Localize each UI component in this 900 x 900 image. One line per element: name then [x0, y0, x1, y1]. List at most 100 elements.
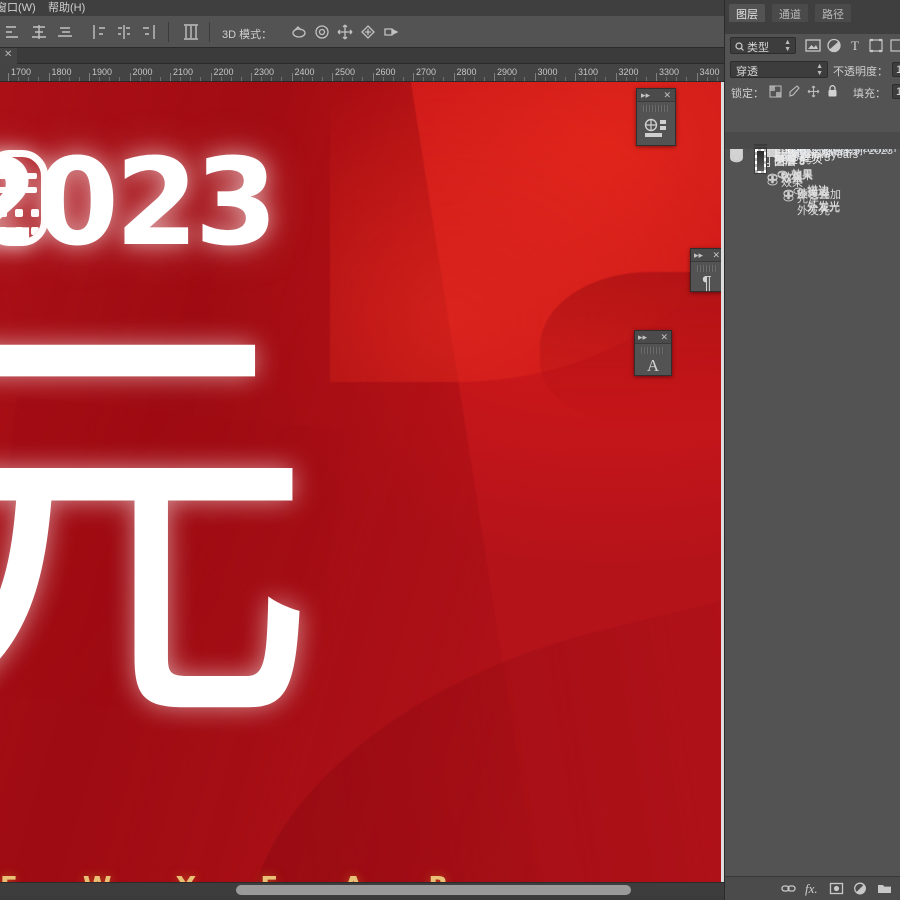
ruler-label: 3300: [659, 67, 680, 77]
layer-effect-row[interactable]: 光泽: [749, 190, 900, 206]
align-center-icon[interactable]: [30, 23, 48, 41]
ruler-minor-tick: [443, 77, 445, 81]
canvas-horizontal-scrollbar[interactable]: [0, 882, 724, 896]
ruler-minor-tick: [463, 77, 465, 81]
ruler-minor-tick: [585, 77, 587, 81]
lock-position-icon[interactable]: [807, 85, 820, 98]
lock-all-icon[interactable]: [826, 84, 839, 98]
close-icon[interactable]: ✕: [712, 249, 720, 262]
menu-help[interactable]: 帮助(H): [48, 1, 85, 15]
ruler-minor-tick: [119, 77, 121, 81]
eye-icon[interactable]: [783, 194, 797, 202]
pan-3d-icon[interactable]: [336, 23, 354, 41]
layer-filter-select[interactable]: 类型 ▲ ▼: [730, 37, 796, 54]
ruler-minor-tick: [402, 77, 404, 81]
ruler-tick: [210, 73, 212, 81]
layer-row[interactable]: 图层 8 效果 光泽: [725, 148, 900, 205]
slide-3d-icon[interactable]: [359, 23, 377, 41]
fill-input[interactable]: 100: [892, 84, 900, 99]
add-mask-icon[interactable]: [829, 881, 844, 896]
properties-panel[interactable]: ▸▸ ✕: [636, 88, 676, 146]
ruler-label: 1900: [92, 67, 113, 77]
ruler-label: 3100: [578, 67, 599, 77]
distribute-top-icon[interactable]: [90, 23, 108, 41]
ruler-tick: [413, 73, 414, 81]
close-icon[interactable]: ✕: [660, 331, 668, 344]
ruler-minor-tick: [230, 77, 232, 81]
ruler-label: 1700: [11, 67, 32, 77]
ruler-label: 1800: [51, 67, 72, 77]
filter-pixel-icon[interactable]: [805, 38, 821, 53]
headline-glyph: 元: [0, 272, 318, 784]
lock-pixels-icon[interactable]: [769, 85, 782, 98]
layer-visibility-toggle[interactable]: [725, 148, 749, 163]
ruler-minor-tick: [676, 77, 678, 81]
tab-layers[interactable]: 图层: [729, 4, 765, 22]
character-panel-titlebar[interactable]: ▸▸ ✕: [635, 331, 671, 344]
filter-smart-icon[interactable]: [889, 38, 900, 53]
layers-list[interactable]: T2023.1.1▶信息▶组 2Thappy new yearsTIn 2022…: [725, 132, 900, 876]
scrollbar-thumb[interactable]: [236, 885, 631, 895]
search-icon: [735, 42, 744, 51]
ruler-label: 2000: [132, 67, 153, 77]
menu-window[interactable]: 窗口(W): [0, 1, 36, 15]
ruler-tick: [291, 73, 293, 81]
filter-type-icon[interactable]: T: [847, 38, 863, 53]
close-icon[interactable]: ✕: [4, 49, 12, 60]
character-panel[interactable]: ▸▸ ✕ A: [634, 330, 672, 376]
distribute-bottom-icon[interactable]: [140, 23, 158, 41]
ruler-tick: [332, 73, 333, 81]
align-left-icon[interactable]: [4, 23, 22, 41]
layer-effect-row[interactable]: 效果: [749, 174, 900, 190]
add-fx-icon[interactable]: fx.: [805, 881, 820, 896]
ruler-minor-tick: [524, 77, 526, 81]
filter-shape-icon[interactable]: [868, 38, 884, 53]
properties-3d-icon[interactable]: [637, 113, 675, 143]
link-layers-icon[interactable]: [781, 881, 796, 896]
ruler-tick: [251, 73, 252, 81]
ruler-minor-tick: [281, 77, 283, 81]
character-icon[interactable]: A: [635, 355, 671, 377]
document-tab[interactable]: ✕: [0, 48, 18, 64]
tab-paths[interactable]: 路径: [815, 4, 851, 22]
distribute-middle-icon[interactable]: [115, 23, 133, 41]
filter-adjustment-icon[interactable]: [826, 38, 842, 53]
eye-icon[interactable]: [767, 178, 781, 186]
ruler-minor-tick: [342, 77, 344, 81]
chevron-updown-icon[interactable]: ▲ ▼: [816, 63, 823, 77]
layer-effect-name: 光泽: [797, 193, 819, 205]
new-adjustment-icon[interactable]: [853, 881, 868, 896]
tab-channels[interactable]: 通道: [772, 4, 808, 22]
ruler-minor-tick: [686, 77, 688, 81]
paragraph-panel-titlebar[interactable]: ▸▸ ✕: [691, 249, 723, 262]
ruler-label: 2900: [497, 67, 518, 77]
new-group-icon[interactable]: [877, 881, 892, 896]
ruler-minor-tick: [595, 77, 597, 81]
scale-3d-icon[interactable]: [382, 23, 400, 41]
canvas-viewport[interactable]: 2023 元 E W Y E A R S ▸▸ ✕: [0, 82, 724, 882]
close-icon[interactable]: ✕: [663, 89, 671, 102]
properties-panel-titlebar[interactable]: ▸▸ ✕: [637, 89, 675, 102]
paragraph-icon[interactable]: ¶: [691, 273, 723, 293]
opacity-label: 不透明度：: [833, 66, 888, 78]
horizontal-ruler[interactable]: 1700 1800 1900 2000 2100 2200 2300 2400 2500 2600…: [0, 64, 724, 82]
align-right-icon[interactable]: [56, 23, 74, 41]
ruler-tick: [170, 73, 171, 81]
chevron-updown-icon[interactable]: ▲ ▼: [784, 39, 791, 53]
distribute-spacing-icon[interactable]: [182, 23, 200, 41]
opacity-input[interactable]: 100: [892, 62, 900, 77]
ruler-label: 2500: [335, 67, 356, 77]
ruler-tick: [575, 73, 576, 81]
roll-3d-icon[interactable]: [313, 23, 331, 41]
ruler-minor-tick: [271, 77, 273, 81]
lock-paint-icon[interactable]: [788, 85, 801, 98]
collapse-icon[interactable]: ▸▸: [638, 331, 647, 344]
ruler-minor-tick: [149, 77, 151, 81]
blend-mode-select[interactable]: 穿透 ▲ ▼: [730, 61, 828, 78]
toolbar-separator-1: [168, 22, 169, 42]
orbit-3d-icon[interactable]: [290, 23, 308, 41]
collapse-icon[interactable]: ▸▸: [694, 249, 703, 262]
paragraph-panel[interactable]: ▸▸ ✕ ¶: [690, 248, 724, 293]
collapse-icon[interactable]: ▸▸: [641, 89, 650, 102]
ruler-minor-tick: [433, 77, 435, 81]
